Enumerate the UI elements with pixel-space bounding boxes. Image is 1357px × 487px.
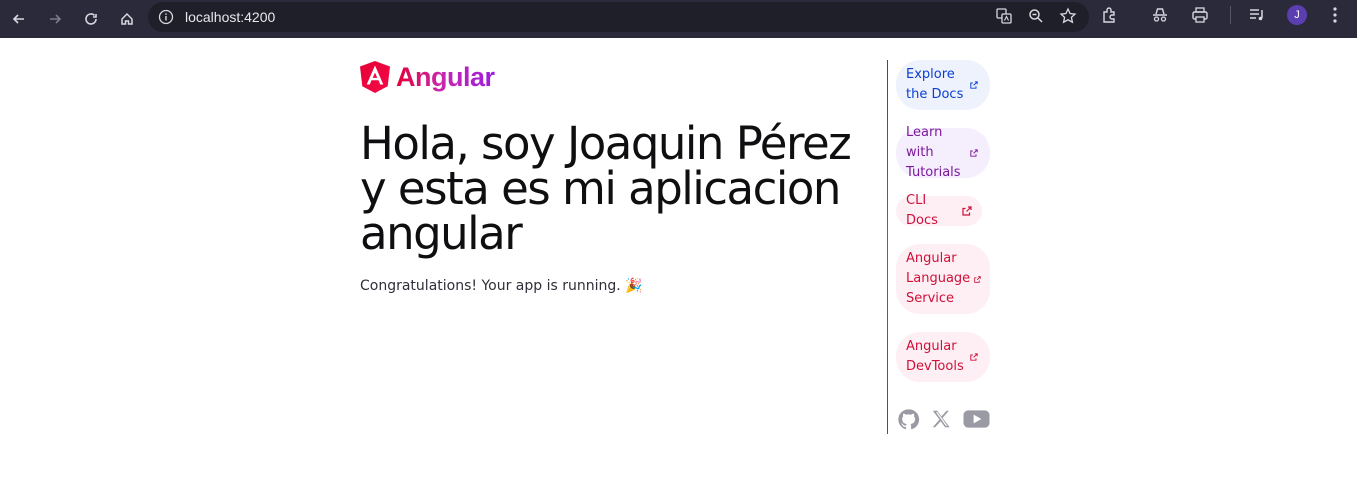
external-link-icon — [970, 80, 980, 90]
url-text: localhost:4200 — [185, 9, 276, 25]
reload-button[interactable] — [79, 7, 103, 31]
toolbar-separator — [1230, 6, 1231, 24]
extensions-icon[interactable] — [1100, 5, 1120, 25]
external-link-icon — [962, 206, 972, 216]
browser-toolbar: localhost:4200 J — [0, 0, 1357, 38]
menu-kebab-icon[interactable] — [1325, 5, 1345, 25]
back-button[interactable] — [7, 7, 31, 31]
external-link-icon — [974, 274, 981, 284]
print-icon[interactable] — [1190, 5, 1210, 25]
bookmark-star-icon[interactable] — [1059, 7, 1077, 25]
page-title: Hola, soy Joaquin Pérez y esta es mi apl… — [360, 117, 852, 260]
explore-docs-link[interactable]: Explore the Docs — [896, 60, 990, 110]
main-content: Angular Hola, soy Joaquin Pérez y esta e… — [360, 60, 860, 308]
media-queue-icon[interactable] — [1247, 5, 1267, 25]
back-arrow-icon — [12, 14, 24, 24]
social-links — [896, 407, 999, 431]
x-icon[interactable] — [929, 407, 953, 431]
reload-icon — [85, 13, 97, 25]
logo-text: Angular — [396, 61, 495, 92]
status-message: Congratulations! Your app is running. 🎉 — [360, 278, 643, 294]
home-button[interactable] — [115, 7, 139, 31]
language-service-link[interactable]: Angular Language Service — [896, 244, 990, 314]
resource-links: Explore the Docs Learn with Tutorials CL… — [896, 60, 996, 400]
github-icon[interactable] — [896, 407, 920, 431]
devtools-link[interactable]: Angular DevTools — [896, 332, 990, 382]
external-link-icon — [970, 148, 980, 158]
home-icon — [121, 12, 133, 25]
profile-avatar[interactable]: J — [1287, 5, 1307, 25]
address-bar[interactable]: localhost:4200 — [148, 2, 1089, 32]
forward-button[interactable] — [43, 7, 67, 31]
angular-shield-icon — [360, 61, 390, 93]
cli-docs-link[interactable]: CLI Docs — [896, 193, 982, 228]
external-link-icon — [970, 352, 980, 362]
zoom-icon[interactable] — [1027, 7, 1045, 25]
forward-arrow-icon — [50, 14, 62, 24]
vertical-divider — [887, 60, 888, 434]
angular-logo: Angular — [360, 60, 860, 94]
learn-tutorials-link[interactable]: Learn with Tutorials — [896, 125, 990, 180]
site-info-icon[interactable] — [158, 9, 174, 25]
translate-icon[interactable] — [995, 7, 1013, 25]
incognito-icon[interactable] — [1150, 5, 1170, 25]
youtube-icon[interactable] — [962, 407, 990, 431]
